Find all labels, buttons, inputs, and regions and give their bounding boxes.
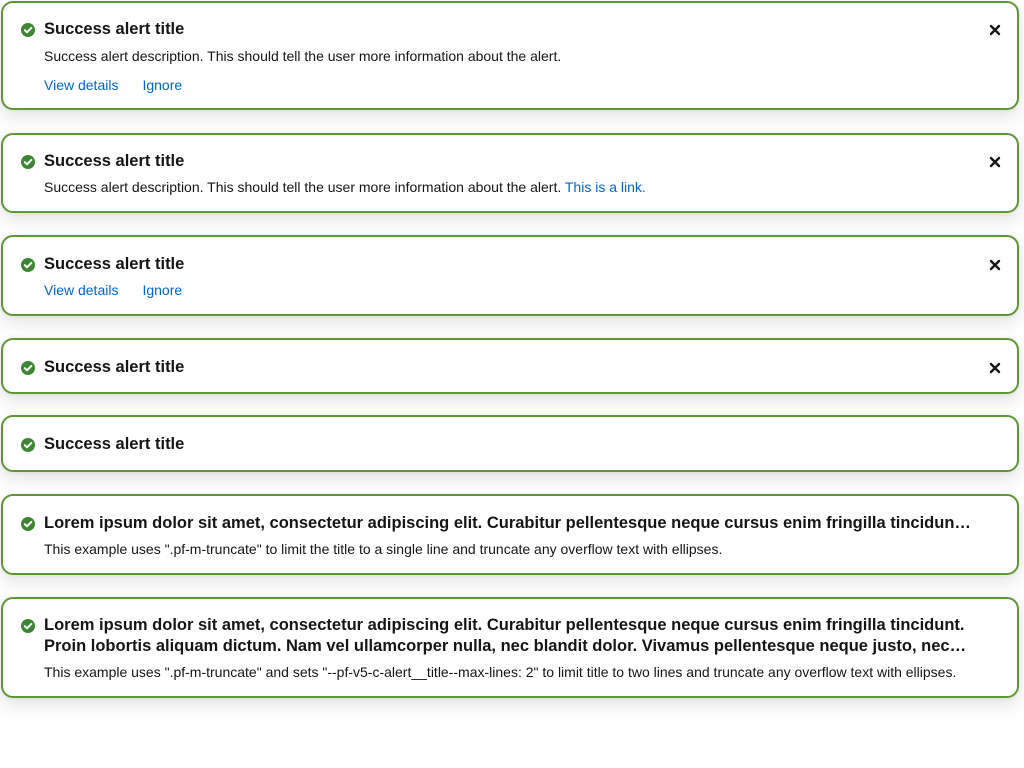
success-alert-with-actions: Success alert title Success alert descri… xyxy=(1,1,1019,110)
check-circle-icon xyxy=(21,619,35,633)
alert-description-text: Success alert description. This should t… xyxy=(44,179,562,195)
check-circle-icon xyxy=(21,438,35,452)
alert-title: Success alert title xyxy=(44,435,185,453)
view-details-link[interactable]: View details xyxy=(44,282,118,298)
close-icon[interactable] xyxy=(989,259,1001,271)
close-icon[interactable] xyxy=(989,156,1001,168)
alert-description: Success alert description. This should t… xyxy=(44,178,997,196)
check-circle-icon xyxy=(21,155,35,169)
alert-title: Lorem ipsum dolor sit amet, consectetur … xyxy=(44,616,965,655)
check-circle-icon xyxy=(21,361,35,375)
success-alert-actions-only: Success alert title View details Ignore xyxy=(1,235,1019,316)
alert-description: This example uses ".pf-m-truncate" and s… xyxy=(44,664,957,680)
inline-link[interactable]: This is a link. xyxy=(565,179,646,195)
close-icon[interactable] xyxy=(989,362,1001,374)
check-circle-icon xyxy=(21,517,35,531)
alert-description: Success alert description. This should t… xyxy=(44,48,562,64)
check-circle-icon xyxy=(21,258,35,272)
view-details-link[interactable]: View details xyxy=(44,77,118,93)
alert-action-group: View details Ignore xyxy=(44,76,206,94)
success-alert-truncate-one-line: Lorem ipsum dolor sit amet, consectetur … xyxy=(1,494,1019,575)
alert-description: This example uses ".pf-m-truncate" to li… xyxy=(44,541,723,557)
success-alert-title-only: Success alert title xyxy=(1,415,1019,472)
success-alert-with-link: Success alert title Success alert descri… xyxy=(1,133,1019,213)
alert-title: Success alert title xyxy=(44,152,185,170)
alert-title: Success alert title xyxy=(44,20,185,38)
check-circle-icon xyxy=(21,23,35,37)
alert-title: Success alert title xyxy=(44,358,185,376)
success-alert-truncate-two-lines: Lorem ipsum dolor sit amet, consectetur … xyxy=(1,597,1019,698)
ignore-link[interactable]: Ignore xyxy=(142,282,182,298)
alert-title: Success alert title xyxy=(44,255,185,273)
alert-action-group: View details Ignore xyxy=(44,281,206,299)
close-icon[interactable] xyxy=(989,24,1001,36)
alert-title: Lorem ipsum dolor sit amet, consectetur … xyxy=(44,514,971,532)
success-alert-title-closable: Success alert title xyxy=(1,338,1019,394)
ignore-link[interactable]: Ignore xyxy=(142,77,182,93)
